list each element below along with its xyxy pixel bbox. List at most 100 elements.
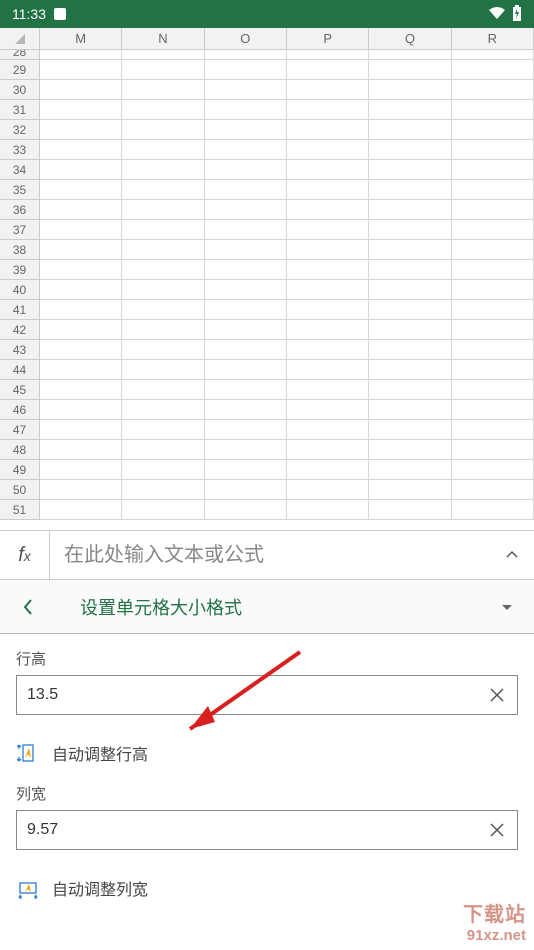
cell[interactable] <box>287 240 369 260</box>
cell[interactable] <box>122 220 204 240</box>
row-header[interactable]: 38 <box>0 240 39 260</box>
cell[interactable] <box>369 380 451 400</box>
row-header[interactable]: 49 <box>0 460 39 480</box>
cell[interactable] <box>122 320 204 340</box>
panel-back-button[interactable] <box>0 597 56 617</box>
cell[interactable] <box>205 420 287 440</box>
cell[interactable] <box>287 120 369 140</box>
cell[interactable] <box>205 50 287 60</box>
cell[interactable] <box>452 60 534 80</box>
cell[interactable] <box>205 200 287 220</box>
row-header[interactable]: 40 <box>0 280 39 300</box>
column-header[interactable]: O <box>205 28 287 49</box>
row-header[interactable]: 43 <box>0 340 39 360</box>
cell[interactable] <box>122 200 204 220</box>
cell[interactable] <box>452 400 534 420</box>
cell[interactable] <box>122 300 204 320</box>
cell[interactable] <box>287 440 369 460</box>
column-header[interactable]: Q <box>369 28 451 49</box>
cell[interactable] <box>40 160 122 180</box>
auto-fit-col-width-button[interactable]: 自动调整列宽 <box>16 868 518 906</box>
cell[interactable] <box>122 60 204 80</box>
cell[interactable] <box>40 480 122 500</box>
row-header[interactable]: 36 <box>0 200 39 220</box>
cell[interactable] <box>122 180 204 200</box>
cell[interactable] <box>369 120 451 140</box>
cell[interactable] <box>369 50 451 60</box>
cell[interactable] <box>122 260 204 280</box>
cell[interactable] <box>122 80 204 100</box>
cell[interactable] <box>122 50 204 60</box>
cell[interactable] <box>205 80 287 100</box>
cell[interactable] <box>287 380 369 400</box>
row-header[interactable]: 29 <box>0 60 39 80</box>
cell[interactable] <box>452 420 534 440</box>
cell[interactable] <box>287 60 369 80</box>
cell[interactable] <box>122 500 204 520</box>
row-headers[interactable]: 2829303132333435363738394041424344454647… <box>0 50 40 520</box>
cell[interactable] <box>205 340 287 360</box>
cell[interactable] <box>122 120 204 140</box>
cell[interactable] <box>122 280 204 300</box>
cell[interactable] <box>452 80 534 100</box>
panel-more-button[interactable] <box>480 600 534 614</box>
cell[interactable] <box>452 50 534 60</box>
cell[interactable] <box>40 300 122 320</box>
cell[interactable] <box>122 240 204 260</box>
cell[interactable] <box>369 140 451 160</box>
cell[interactable] <box>287 140 369 160</box>
row-header[interactable]: 37 <box>0 220 39 240</box>
row-height-input[interactable] <box>17 686 477 704</box>
cell[interactable] <box>287 100 369 120</box>
row-header[interactable]: 45 <box>0 380 39 400</box>
cell[interactable] <box>452 120 534 140</box>
row-height-clear-button[interactable] <box>477 686 517 704</box>
cell[interactable] <box>122 420 204 440</box>
cell[interactable] <box>452 200 534 220</box>
cell[interactable] <box>40 440 122 460</box>
cell[interactable] <box>205 280 287 300</box>
cell[interactable] <box>205 120 287 140</box>
column-headers[interactable]: MNOPQR <box>40 28 534 50</box>
cell[interactable] <box>205 320 287 340</box>
row-header[interactable]: 46 <box>0 400 39 420</box>
cell[interactable] <box>452 340 534 360</box>
cell[interactable] <box>369 300 451 320</box>
cell[interactable] <box>369 480 451 500</box>
cell[interactable] <box>40 420 122 440</box>
cell[interactable] <box>287 50 369 60</box>
cell[interactable] <box>369 240 451 260</box>
cell[interactable] <box>205 140 287 160</box>
cell[interactable] <box>205 360 287 380</box>
column-header[interactable]: P <box>287 28 369 49</box>
cell[interactable] <box>287 280 369 300</box>
cell[interactable] <box>369 500 451 520</box>
row-header[interactable]: 34 <box>0 160 39 180</box>
cell[interactable] <box>205 160 287 180</box>
cell[interactable] <box>287 260 369 280</box>
cell[interactable] <box>40 180 122 200</box>
row-header[interactable]: 32 <box>0 120 39 140</box>
cell[interactable] <box>452 140 534 160</box>
spreadsheet-grid[interactable]: MNOPQR 282930313233343536373839404142434… <box>0 28 534 530</box>
cell[interactable] <box>369 360 451 380</box>
cell[interactable] <box>287 360 369 380</box>
column-header[interactable]: N <box>122 28 204 49</box>
cell[interactable] <box>40 60 122 80</box>
cell[interactable] <box>287 320 369 340</box>
cell[interactable] <box>287 200 369 220</box>
cell[interactable] <box>122 140 204 160</box>
cell[interactable] <box>40 260 122 280</box>
cell[interactable] <box>205 240 287 260</box>
cell[interactable] <box>205 460 287 480</box>
cell[interactable] <box>40 50 122 60</box>
cell[interactable] <box>452 360 534 380</box>
row-header[interactable]: 31 <box>0 100 39 120</box>
cell[interactable] <box>40 80 122 100</box>
row-header[interactable]: 48 <box>0 440 39 460</box>
row-header[interactable]: 47 <box>0 420 39 440</box>
cell[interactable] <box>40 460 122 480</box>
col-width-clear-button[interactable] <box>477 821 517 839</box>
cell[interactable] <box>369 160 451 180</box>
cell[interactable] <box>452 440 534 460</box>
